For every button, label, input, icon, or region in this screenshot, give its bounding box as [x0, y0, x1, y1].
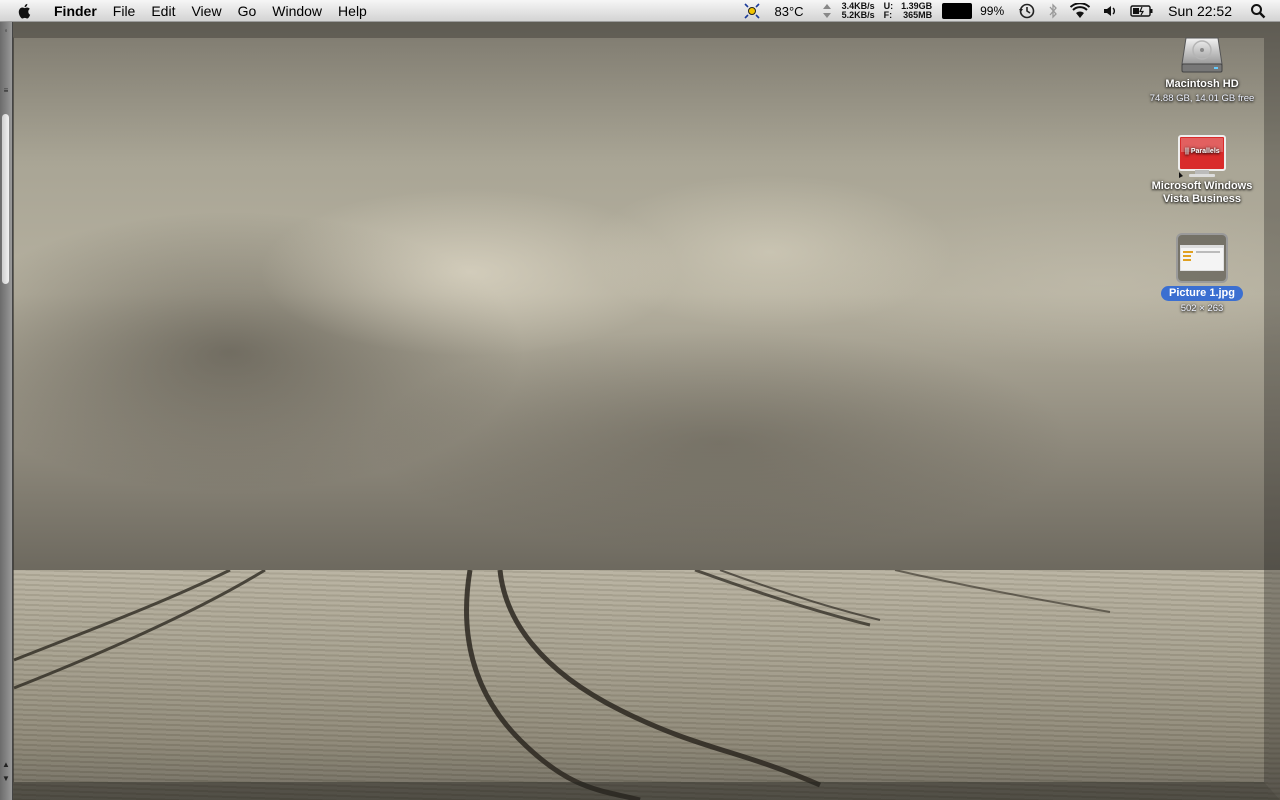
- menu-help[interactable]: Help: [330, 0, 375, 22]
- bluetooth-icon[interactable]: [1048, 2, 1058, 20]
- memory-usage[interactable]: U: F: 1.39GB 365MB: [884, 2, 933, 20]
- apple-icon[interactable]: [16, 2, 34, 20]
- temperature-readout[interactable]: 83°C: [775, 4, 804, 19]
- updown-arrows-icon: [822, 2, 832, 20]
- scroll-up-arrow-icon[interactable]: ▲: [1, 760, 11, 770]
- desktop-wallpaper: [0, 22, 1280, 800]
- network-speed[interactable]: 3.4KB/s 5.2KB/s: [842, 2, 875, 20]
- toolbar-toggle-icon[interactable]: ≡: [1, 86, 11, 96]
- desktop-item-windows-vista-vm[interactable]: || Parallels Microsoft Windows Vista Bus…: [1137, 134, 1267, 206]
- desktop-item-info: 74.88 GB, 14.01 GB free: [1149, 93, 1255, 104]
- scroll-down-arrow-icon[interactable]: ▼: [1, 774, 11, 784]
- partial-window-scrollbar[interactable]: ◦ ≡ ▲ ▼: [0, 22, 13, 800]
- battery-percent-readout[interactable]: 99%: [980, 4, 1004, 18]
- battery-icon[interactable]: [1130, 4, 1154, 18]
- menu-clock[interactable]: Sun 22:52: [1168, 3, 1232, 19]
- tractor-tracks: [13, 570, 1111, 800]
- parallels-vm-icon: || Parallels: [1178, 135, 1226, 178]
- desktop-item-label: Macintosh HD: [1165, 78, 1239, 90]
- menu-app-finder[interactable]: Finder: [52, 0, 105, 22]
- desktop-item-label-line1: Microsoft Windows: [1151, 180, 1253, 192]
- svg-text:|| Parallels: || Parallels: [1185, 148, 1220, 155]
- desktop-item-label-line2: Vista Business: [1162, 193, 1242, 205]
- desktop-item-macintosh-hd[interactable]: Macintosh HD 74.88 GB, 14.01 GB free: [1137, 30, 1267, 104]
- scrollbar-thumb[interactable]: [2, 114, 9, 284]
- menu-bar: Finder File Edit View Go Window Help 83°…: [0, 0, 1280, 22]
- wifi-icon[interactable]: [1070, 3, 1091, 19]
- menu-edit[interactable]: Edit: [143, 0, 183, 22]
- menu-window[interactable]: Window: [264, 0, 330, 22]
- hard-drive-icon: [1181, 37, 1223, 73]
- desktop-item-info: 502 × 263: [1180, 303, 1224, 314]
- menu-file[interactable]: File: [105, 0, 144, 22]
- menu-view[interactable]: View: [183, 0, 229, 22]
- desktop-item-label: Picture 1.jpg: [1160, 286, 1244, 301]
- volume-icon[interactable]: [1102, 3, 1118, 19]
- status-menus: 83°C 3.4KB/s 5.2KB/s U: F: 1.39GB 365MB 99…: [737, 0, 1280, 22]
- spotlight-icon[interactable]: [1250, 3, 1266, 19]
- wheat-field: [0, 570, 1280, 800]
- istat-sun-icon[interactable]: [743, 2, 761, 20]
- mem-free-value: 365MB: [903, 10, 933, 20]
- image-thumbnail-icon: [1176, 233, 1228, 283]
- resize-icon[interactable]: ◦: [1, 26, 11, 36]
- desktop-item-picture-1[interactable]: Picture 1.jpg 502 × 263: [1137, 233, 1267, 314]
- mem-free-label: F:: [883, 10, 893, 20]
- time-machine-icon[interactable]: [1018, 2, 1036, 20]
- cpu-graph[interactable]: [942, 3, 973, 19]
- network-down: 5.2KB/s: [841, 10, 875, 20]
- menu-go[interactable]: Go: [230, 0, 265, 22]
